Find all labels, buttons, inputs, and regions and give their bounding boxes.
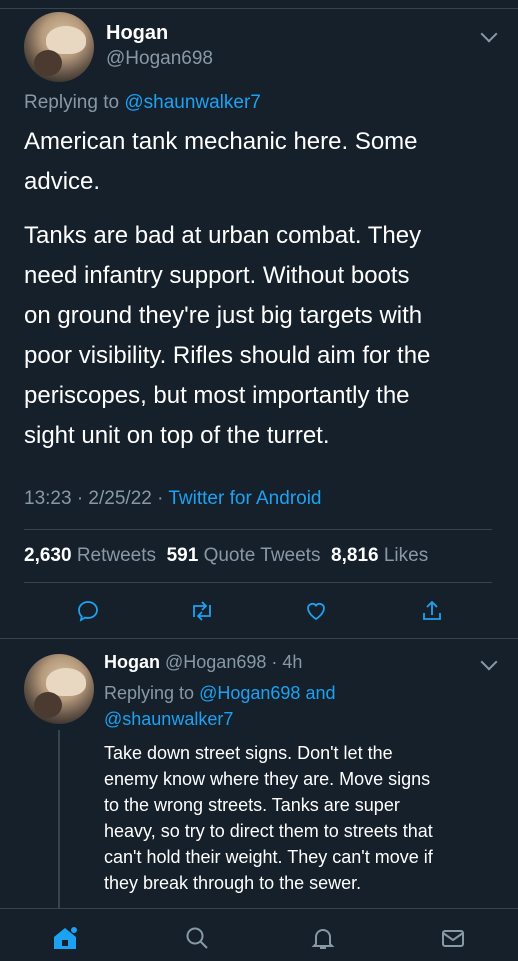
reply-replying-to: Replying to @Hogan698 and @shaunwalker7 [104, 680, 504, 732]
author-name[interactable]: Hogan [106, 22, 168, 45]
quotes-label: Quote Tweets [203, 545, 321, 566]
mention-link[interactable]: @Hogan698 [199, 683, 300, 703]
mail-icon [442, 930, 464, 947]
divider [24, 529, 492, 530]
tweet-stats: 2,630 Retweets 591 Quote Tweets 8,816 Li… [24, 545, 428, 567]
avatar[interactable] [24, 12, 94, 82]
replying-to: Replying to @shaunwalker7 [24, 92, 261, 114]
likes-label: Likes [383, 545, 429, 566]
mention-link[interactable]: @shaunwalker7 [124, 92, 261, 113]
replying-prefix: Replying to [104, 683, 195, 703]
text-line: Take down street signs. Don't let the [104, 743, 393, 763]
nav-messages[interactable] [438, 923, 468, 953]
heart-icon [307, 602, 325, 621]
text-line: advice. [24, 168, 101, 195]
reply-handle-time[interactable]: @Hogan698 · 4h [165, 652, 302, 672]
text-line: sight unit on top of the turret. [24, 422, 330, 449]
reply-button[interactable] [70, 595, 106, 627]
thread-line [58, 730, 60, 910]
text-line: enemy know where they are. Move signs [104, 769, 431, 789]
text-line: heavy, so try to direct them to streets … [104, 821, 433, 841]
tweet-body-paragraph-1: American tank mechanic here. Some advice… [24, 122, 494, 202]
tweet-body-paragraph-2: Tanks are bad at urban combat. They need… [24, 216, 494, 456]
text-line: Tanks are bad at urban combat. They [24, 222, 422, 249]
nav-home[interactable] [50, 923, 80, 953]
retweet-icon [193, 601, 211, 621]
search-icon [186, 927, 208, 949]
share-icon [423, 600, 441, 620]
avatar[interactable] [24, 654, 94, 724]
top-divider [0, 8, 518, 9]
divider [24, 582, 492, 583]
text-line: American tank mechanic here. Some [24, 128, 418, 155]
home-icon [54, 927, 77, 949]
avatar-face [34, 692, 62, 718]
reply-author-name[interactable]: Hogan [104, 652, 160, 672]
retweets-count: 2,630 [24, 545, 72, 566]
retweet-button[interactable] [184, 595, 220, 627]
quotes-stat[interactable]: 591 Quote Tweets [167, 545, 321, 566]
text-line: on ground they're just big targets with [24, 302, 423, 329]
text-line: can't hold their weight. They can't move… [104, 847, 433, 867]
chevron-down-icon[interactable] [480, 653, 498, 671]
text-line: poor visibility. Rifles should aim for t… [24, 342, 431, 369]
like-button[interactable] [298, 595, 334, 627]
quotes-count: 591 [166, 545, 199, 566]
divider [0, 638, 518, 639]
text-line: periscopes, but most importantly the [24, 382, 410, 409]
nav-notifications[interactable] [308, 923, 338, 953]
author-handle[interactable]: @Hogan698 [106, 48, 213, 70]
likes-stat[interactable]: 8,816 Likes [331, 545, 428, 566]
retweets-stat[interactable]: 2,630 Retweets [24, 545, 156, 566]
bell-icon [311, 929, 335, 949]
nav-search[interactable] [182, 923, 212, 953]
tweet-meta: 13:23 · 2/25/22 · Twitter for Android [24, 488, 322, 510]
retweets-label: Retweets [76, 545, 157, 566]
text-line: to the wrong streets. Tanks are super [104, 795, 400, 815]
text-line: need infantry support. Without boots [24, 262, 410, 289]
share-button[interactable] [414, 595, 450, 627]
chevron-down-icon[interactable] [480, 25, 498, 43]
likes-count: 8,816 [331, 545, 379, 566]
replying-prefix: Replying to [24, 92, 120, 113]
bottom-navigation [0, 908, 518, 961]
avatar-face [34, 50, 62, 76]
reply-body: Take down street signs. Don't let the en… [104, 740, 504, 896]
reply-header: Hogan @Hogan698 · 4h [104, 652, 302, 673]
text-line: they break through to the sewer. [104, 873, 362, 893]
tweet-timestamp: 13:23 · 2/25/22 · [24, 488, 164, 509]
mention-and: and [305, 683, 336, 703]
mention-link[interactable]: @shaunwalker7 [104, 709, 233, 729]
tweet-source[interactable]: Twitter for Android [168, 488, 321, 509]
reply-icon [78, 601, 98, 622]
